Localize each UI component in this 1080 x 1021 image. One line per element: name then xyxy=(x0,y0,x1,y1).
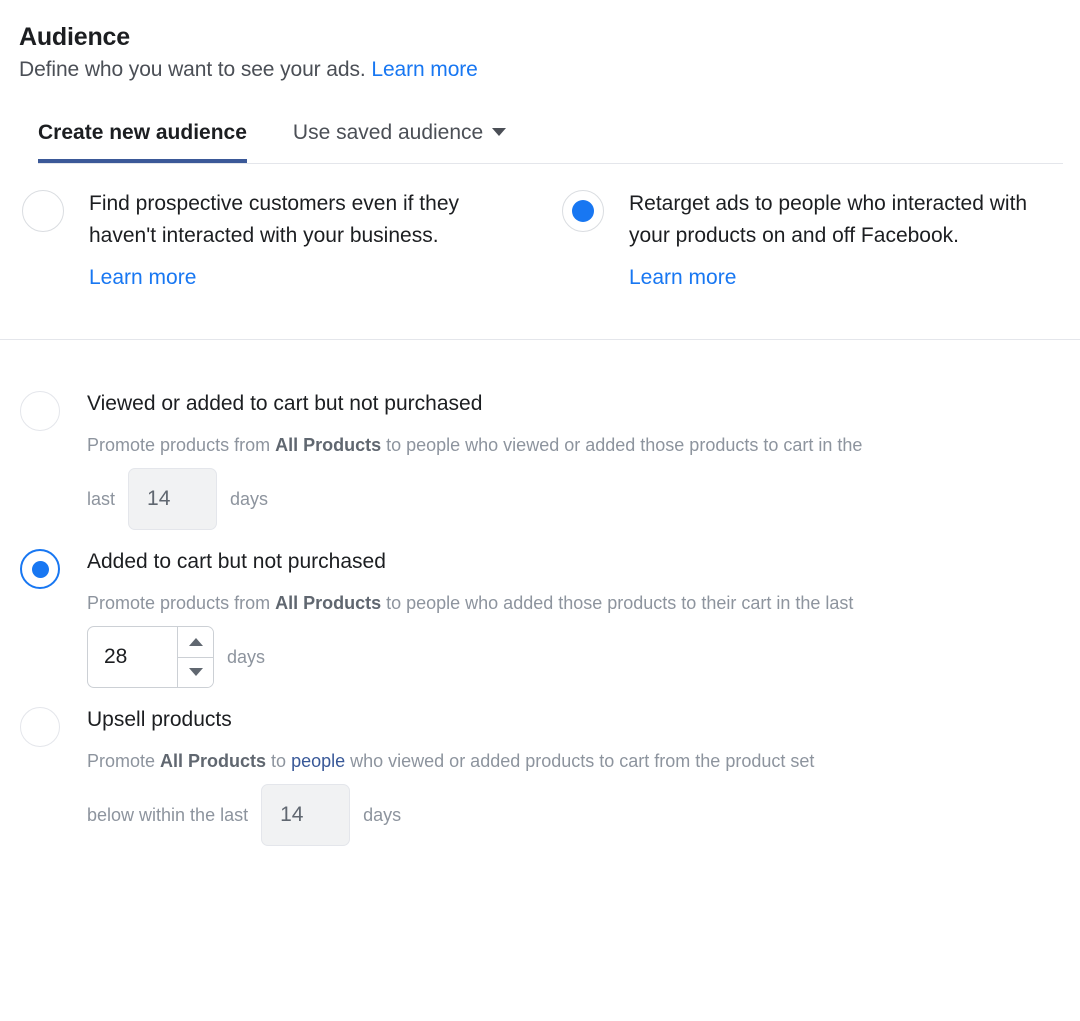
radio-added-to-cart[interactable] xyxy=(20,549,60,589)
audience-type-choices: Find prospective customers even if they … xyxy=(0,164,1080,291)
radio-upsell-products[interactable] xyxy=(20,707,60,747)
audience-tabs: Create new audience Use saved audience xyxy=(0,116,1080,164)
days-input-added-to-cart[interactable] xyxy=(87,626,214,688)
desc-suffix: who viewed or added products to cart fro… xyxy=(345,751,814,771)
days-row-suffix: days xyxy=(363,800,401,830)
days-row-prefix: last xyxy=(87,484,115,514)
option-viewed-or-added-to-cart-title: Viewed or added to cart but not purchase… xyxy=(87,390,1080,418)
days-row-prefix: below within the last xyxy=(87,800,248,830)
option-viewed-or-added-to-cart[interactable]: Viewed or added to cart but not purchase… xyxy=(0,388,1080,530)
audience-type-prospecting-body: Find prospective customers even if they … xyxy=(89,188,509,291)
audience-type-retargeting[interactable]: Retarget ads to people who interacted wi… xyxy=(540,188,1080,291)
option-added-to-cart-desc: Promote products from All Products to pe… xyxy=(87,588,1037,618)
radio-prospecting[interactable] xyxy=(22,190,64,232)
desc-prefix: Promote products from xyxy=(87,435,275,455)
days-stepper-increment[interactable] xyxy=(178,627,213,658)
tab-use-saved-audience-label: Use saved audience xyxy=(293,120,483,146)
option-upsell-days-row: below within the last 14 days xyxy=(87,784,1080,846)
desc-product-set: All Products xyxy=(275,435,381,455)
page-subtitle-text: Define who you want to see your ads. xyxy=(19,58,366,81)
header-learn-more-link[interactable]: Learn more xyxy=(371,58,477,81)
option-upsell-products[interactable]: Upsell products Promote All Products to … xyxy=(0,704,1080,846)
audience-type-prospecting-learn-more[interactable]: Learn more xyxy=(89,265,196,291)
option-added-to-cart-title: Added to cart but not purchased xyxy=(87,548,1080,576)
desc-prefix: Promote products from xyxy=(87,593,275,613)
option-upsell-products-title: Upsell products xyxy=(87,706,1080,734)
days-input-upsell-products: 14 xyxy=(261,784,350,846)
option-viewed-or-added-to-cart-body: Viewed or added to cart but not purchase… xyxy=(87,388,1080,530)
desc-suffix: to people who added those products to th… xyxy=(381,593,853,613)
audience-type-retargeting-learn-more[interactable]: Learn more xyxy=(629,265,736,291)
audience-header: Audience Define who you want to see your… xyxy=(0,0,1080,84)
option-added-to-cart-days-row: days xyxy=(87,626,1080,688)
audience-type-retargeting-body: Retarget ads to people who interacted wi… xyxy=(629,188,1049,291)
desc-people-link[interactable]: people xyxy=(291,751,345,771)
radio-dot xyxy=(32,561,49,578)
days-stepper xyxy=(177,627,213,687)
option-upsell-products-desc: Promote All Products to people who viewe… xyxy=(87,746,1037,776)
retarget-options-list: Viewed or added to cart but not purchase… xyxy=(0,340,1080,846)
arrow-down-icon xyxy=(189,668,203,676)
desc-prefix: Promote xyxy=(87,751,160,771)
audience-type-retargeting-text: Retarget ads to people who interacted wi… xyxy=(629,188,1049,252)
option-added-to-cart[interactable]: Added to cart but not purchased Promote … xyxy=(0,546,1080,688)
days-input-viewed-or-added-to-cart: 14 xyxy=(128,468,217,530)
page-subtitle: Define who you want to see your ads. Lea… xyxy=(19,56,1080,84)
desc-product-set: All Products xyxy=(160,751,266,771)
radio-retargeting[interactable] xyxy=(562,190,604,232)
desc-mid: to xyxy=(266,751,291,771)
days-row-suffix: days xyxy=(227,642,265,672)
days-stepper-decrement[interactable] xyxy=(178,658,213,688)
tabs-row: Create new audience Use saved audience xyxy=(38,116,1080,164)
desc-suffix: to people who viewed or added those prod… xyxy=(381,435,862,455)
desc-product-set: All Products xyxy=(275,593,381,613)
arrow-up-icon xyxy=(189,638,203,646)
audience-type-prospecting-text: Find prospective customers even if they … xyxy=(89,188,509,252)
tab-create-new-audience-label: Create new audience xyxy=(38,120,247,146)
tabs-baseline-divider xyxy=(38,163,1063,164)
days-row-suffix: days xyxy=(230,484,268,514)
tab-create-new-audience[interactable]: Create new audience xyxy=(38,120,247,164)
option-viewed-or-added-to-cart-desc: Promote products from All Products to pe… xyxy=(87,430,1037,460)
radio-viewed-or-added-to-cart[interactable] xyxy=(20,391,60,431)
days-input-added-to-cart-field[interactable] xyxy=(88,627,177,687)
option-viewed-days-row: last 14 days xyxy=(87,468,1080,530)
radio-dot xyxy=(572,200,594,222)
option-added-to-cart-body: Added to cart but not purchased Promote … xyxy=(87,546,1080,688)
option-upsell-products-body: Upsell products Promote All Products to … xyxy=(87,704,1080,846)
tab-use-saved-audience[interactable]: Use saved audience xyxy=(293,120,506,164)
audience-type-prospecting[interactable]: Find prospective customers even if they … xyxy=(0,188,540,291)
chevron-down-icon xyxy=(492,128,506,136)
page-title: Audience xyxy=(19,22,1080,52)
